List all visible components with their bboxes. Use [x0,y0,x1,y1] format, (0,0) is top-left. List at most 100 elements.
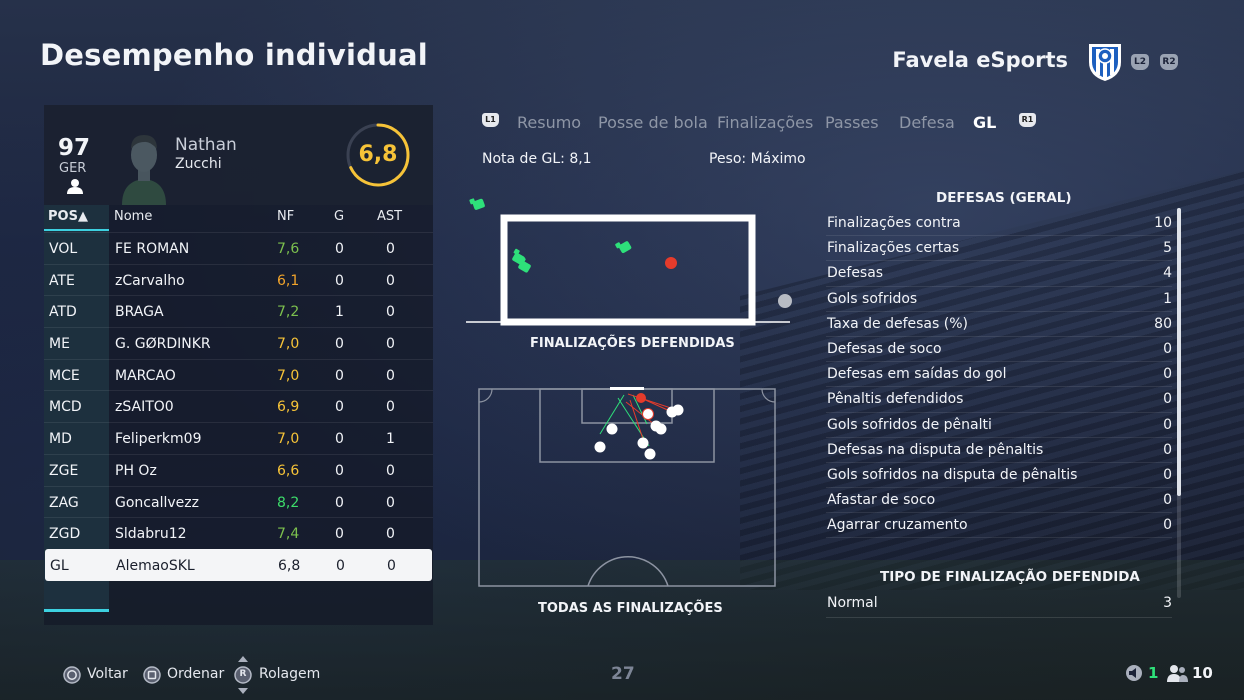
stat-row: Gols sofridos na disputa de pênaltis 0 [826,463,1172,489]
cell-name: Sldabru12 [115,526,187,543]
cell-g: 0 [335,272,344,289]
team-crest-icon [1089,44,1121,81]
stat-row: Agarrar cruzamento 0 [826,513,1172,539]
gk-weight: Peso: Máximo [709,151,806,167]
user-icon [67,179,83,194]
cell-g: 0 [335,526,344,543]
tab-passes[interactable]: Passes [825,113,879,132]
cell-name: G. GØRDINKR [115,336,211,353]
r2-button-icon[interactable]: R2 [1160,54,1178,70]
l1-button-icon[interactable]: L1 [482,113,499,127]
stat-value: 0 [1163,517,1172,534]
shot-marker [606,423,618,435]
stat-value: 1 [1163,290,1172,307]
scroll-label[interactable]: Rolagem [259,666,320,682]
cell-g: 1 [335,304,344,321]
stat-row: Gols sofridos de pênalti 0 [826,413,1172,438]
shot-marker [637,437,649,449]
cell-name: Feliperkm09 [115,431,202,448]
stats-scrollbar[interactable] [1177,208,1181,496]
cell-name: zSAITO0 [115,399,174,416]
stat-label: Finalizações contra [827,215,961,231]
goal-frame [500,214,756,326]
player-last-name: Zucchi [175,156,222,172]
goal-mouth [610,387,644,390]
l2-button-icon[interactable]: L2 [1131,54,1149,70]
table-row[interactable]: GL AlemaoSKL 6,8 0 0 [45,548,432,581]
cell-ast: 0 [386,399,395,416]
missed-shot-marker [778,294,792,308]
table-row[interactable]: ATD BRAGA 7,2 1 0 [44,295,433,327]
table-row[interactable]: MD Feliperkm09 7,0 0 1 [44,422,433,454]
cell-name: FE ROMAN [115,241,190,257]
goal-conceded-marker [665,257,677,269]
stat-label: Defesas na disputa de pênaltis [827,441,1044,458]
cell-name: PH Oz [115,462,157,479]
cell-pos: VOL [49,241,78,257]
stat-value: 0 [1163,492,1172,509]
header-ast[interactable]: AST [377,209,402,224]
cell-nf: 7,6 [277,241,300,257]
tab-finaliza-es[interactable]: Finalizações [717,113,813,132]
stat-row: Defesas na disputa de pênaltis 0 [826,438,1172,463]
tab-posse-de-bola[interactable]: Posse de bola [598,113,708,132]
cell-g: 0 [335,399,344,416]
header-nf[interactable]: NF [277,209,294,224]
cell-nf: 8,2 [277,494,300,511]
defesas-title: DEFESAS (GERAL) [936,190,1072,206]
cell-name: BRAGA [115,304,164,321]
tab-gl[interactable]: GL [973,113,996,132]
circle-button-icon[interactable] [63,666,81,684]
table-header: POS▲ Nome NF G AST [44,205,433,232]
stat-label: Pênaltis defendidos [827,391,964,408]
players-icon [1167,665,1188,682]
tab-resumo[interactable]: Resumo [517,113,581,132]
tab-defesa[interactable]: Defesa [899,113,955,132]
stat-value: 0 [1163,416,1172,433]
page-title: Desempenho individual [40,38,428,72]
cell-name: zCarvalho [115,272,185,289]
goal-shot-marker [636,393,646,403]
cell-g: 0 [335,367,344,384]
back-label[interactable]: Voltar [87,666,128,682]
r1-button-icon[interactable]: R1 [1019,113,1036,127]
table-body: VOL FE ROMAN 7,6 0 0 ATE zCarvalho 6,1 0 0 ATD BRAG… [44,232,433,581]
header-g[interactable]: G [334,209,344,224]
square-button-icon[interactable] [143,666,161,684]
team-name: Favela eSports [892,48,1068,72]
sort-label[interactable]: Ordenar [167,666,224,682]
cell-name: Goncallvezz [115,494,199,511]
player-overall: 97 [58,135,91,161]
cell-nf: 7,0 [277,431,300,448]
cell-ast: 0 [386,304,395,321]
header-pos[interactable]: POS▲ [48,209,88,224]
table-row[interactable]: MCE MARCAO 7,0 0 0 [44,358,433,391]
stat-label: Defesas [827,265,884,282]
cell-pos: ZAG [49,494,79,511]
cell-nf: 7,0 [277,367,300,384]
table-row[interactable]: ZGE PH Oz 6,6 0 0 [44,453,433,486]
cell-ast: 0 [386,241,395,257]
stat-value: 0 [1163,466,1172,483]
table-row[interactable]: VOL FE ROMAN 7,6 0 0 [44,232,433,264]
player-portrait-avatar [122,135,166,205]
cell-g: 0 [335,336,344,353]
stat-value: 4 [1163,265,1172,282]
stat-value: 0 [1163,391,1172,408]
stat-row: Afastar de soco 0 [826,488,1172,514]
cell-nf: 6,6 [277,462,300,479]
stat-row: Gols sofridos 1 [826,287,1172,312]
table-row[interactable]: ZAG Goncallvezz 8,2 0 0 [44,485,433,518]
stat-row: Defesas de soco 0 [826,337,1172,363]
tipo-value: 3 [1163,595,1172,611]
table-row[interactable]: MCD zSAITO0 6,9 0 0 [44,390,433,422]
cell-ast: 0 [387,557,396,574]
cell-pos: ME [49,336,70,353]
defesas-stats-list: Finalizações contra 10 Finalizações certas… [826,211,1172,539]
table-row[interactable]: ME G. GØRDINKR 7,0 0 0 [44,327,433,359]
player-table: POS▲ Nome NF G AST VOL FE ROMAN 7,6 0 0 ATE zC… [44,205,433,581]
header-name[interactable]: Nome [114,209,152,224]
table-row[interactable]: ZGD Sldabru12 7,4 0 0 [44,517,433,549]
stat-label: Defesas de soco [827,340,942,357]
table-row[interactable]: ATE zCarvalho 6,1 0 0 [44,263,433,296]
